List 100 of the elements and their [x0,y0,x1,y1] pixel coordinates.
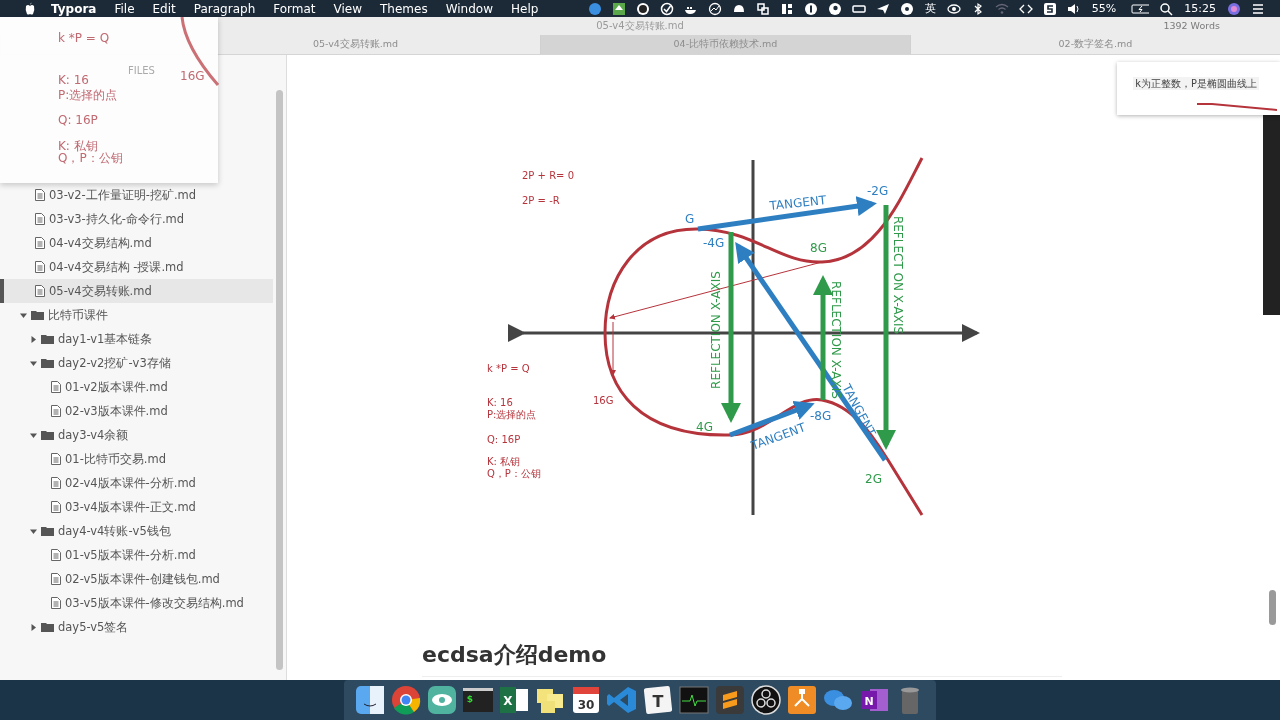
point-label: 8G [810,241,827,255]
folder-icon [41,334,54,344]
equation-note: K: 16 [58,73,89,87]
menu-item[interactable]: Help [502,1,548,16]
s-logo-icon[interactable] [1042,1,1057,16]
folder-icon [31,310,44,320]
menu-item[interactable]: Window [436,1,502,16]
equation-note: P:选择的点 [487,409,537,420]
file-icon [51,501,61,513]
list-icon[interactable] [1251,1,1265,16]
folder-icon [41,430,54,440]
sidebar-folder[interactable]: day3-v4余额 [0,423,273,447]
sidebar-item[interactable]: 02-v5版本课件-创建钱包.md [0,567,273,591]
file-icon [35,261,45,273]
eye-app-icon[interactable] [426,684,458,716]
menu-item[interactable]: Themes [371,1,437,16]
sublime-app-icon[interactable] [714,684,746,716]
sidebar-item[interactable]: 03-v3-持久化-命令行.md [0,207,273,231]
caret-icon[interactable] [20,311,27,319]
menu-item[interactable]: Edit [143,1,185,16]
equation-note: K: 私钥 [487,456,521,467]
sidebar-item[interactable]: 01-比特币交易.md [0,447,273,471]
battery-percentage: 55% [1090,2,1118,15]
clock[interactable]: 15:25 [1178,2,1222,15]
layout-icon[interactable] [779,1,794,16]
caret-icon[interactable] [30,527,37,535]
sidebar-item[interactable]: 03-v4版本课件-正文.md [0,495,273,519]
chrome-app-icon[interactable] [390,684,422,716]
folder-icon [41,358,54,368]
sidebar-item[interactable]: 01-v5版本课件-分析.md [0,543,273,567]
equation-note: K: 16 [487,397,513,408]
equation-note: Q: 16P [58,113,98,127]
volume-icon[interactable] [1066,1,1081,16]
monitor-app-icon[interactable] [678,684,710,716]
caret-icon[interactable] [30,431,37,439]
section-heading: ecdsa介绍demo [422,640,1062,677]
menu-item[interactable]: View [324,1,372,16]
menu-item[interactable]: Paragraph [184,1,265,16]
finder-app-icon[interactable] [354,684,386,716]
input-method-indicator[interactable]: 英 [918,1,942,16]
equation-note: Q，P：公钥 [487,468,541,479]
window-title: 05-v4交易转账.md [596,19,684,33]
equation-note: Q: 16P [487,434,521,445]
curve-stroke [180,17,220,87]
menu-item[interactable]: Format [264,1,325,16]
caret-icon[interactable] [30,359,37,367]
search-icon[interactable] [1159,1,1174,16]
typora-app-icon[interactable]: T [642,684,674,716]
word-count: 1392 Words [1163,20,1220,31]
sidebar-folder[interactable]: day2-v2挖矿-v3存储 [0,351,273,375]
record-icon[interactable] [635,1,650,16]
obs-app-icon[interactable] [750,684,782,716]
scrollbar-thumb[interactable] [276,90,283,670]
point-label: 2G [865,472,882,486]
eye-icon[interactable] [946,1,961,16]
sidebar-folder[interactable]: 比特币课件 [0,303,273,327]
sidebar-item[interactable]: 02-v4版本课件-分析.md [0,471,273,495]
sidebar-folder[interactable]: day1-v1基本链条 [0,327,273,351]
equation-note: K: 私钥 [58,138,98,153]
reflection-label: REFLECTION X-AXIS [709,271,723,389]
sidebar-item[interactable]: 03-v5版本课件-修改交易结构.md [0,591,273,615]
folder-icon [41,526,54,536]
sidebar-item[interactable]: 04-v4交易结构.md [0,231,273,255]
app-menu[interactable]: Typora [42,1,106,16]
draw-app-icon[interactable] [786,684,818,716]
sidebar-folder[interactable]: day4-v4转账-v5钱包 [0,519,273,543]
file-icon [51,405,61,417]
calendar-app-icon[interactable]: 30 [570,684,602,716]
sidebar-item[interactable]: 05-v4交易转账.md [0,279,273,303]
point-label: -2G [867,184,889,198]
file-icon [51,453,61,465]
equation-note: k *P = Q [487,363,530,374]
wifi-icon[interactable] [994,1,1009,16]
equation-note: 2P = -R [522,195,560,206]
sidebar-item[interactable]: 01-v2版本课件.md [0,375,273,399]
file-icon [51,477,61,489]
equation-note: P:选择的点 [58,87,118,104]
file-icon [51,597,61,609]
reflect-arrow [610,321,616,376]
sidebar-item[interactable]: 03-v2-工作量证明-挖矿.md [0,183,273,207]
point-label: 16G [593,395,614,406]
point-label: -8G [810,409,832,423]
squares-icon[interactable] [755,1,770,16]
upload-icon[interactable] [611,1,626,16]
apple-icon[interactable] [23,1,37,16]
caret-icon[interactable] [30,335,37,343]
sidebar-folder[interactable]: day5-v5签名 [0,615,273,639]
chart-icon[interactable] [707,1,722,16]
file-icon [35,237,45,249]
siri-icon[interactable] [1227,1,1241,16]
scrollbar-thumb[interactable] [1269,590,1276,625]
reflection-label: REFLECTION X-AXIS [829,281,843,399]
check-icon[interactable] [659,1,674,16]
inline-code: k为正整数，P是椭圆曲线上 [1133,77,1260,90]
vscode-app-icon[interactable] [606,684,638,716]
sidebar-item[interactable]: 02-v3版本课件.md [0,399,273,423]
menu-item[interactable]: File [105,1,144,16]
caret-icon[interactable] [30,623,37,631]
point-label: -4G [703,236,725,250]
sidebar-item[interactable]: 04-v4交易结构 -授课.md [0,255,273,279]
